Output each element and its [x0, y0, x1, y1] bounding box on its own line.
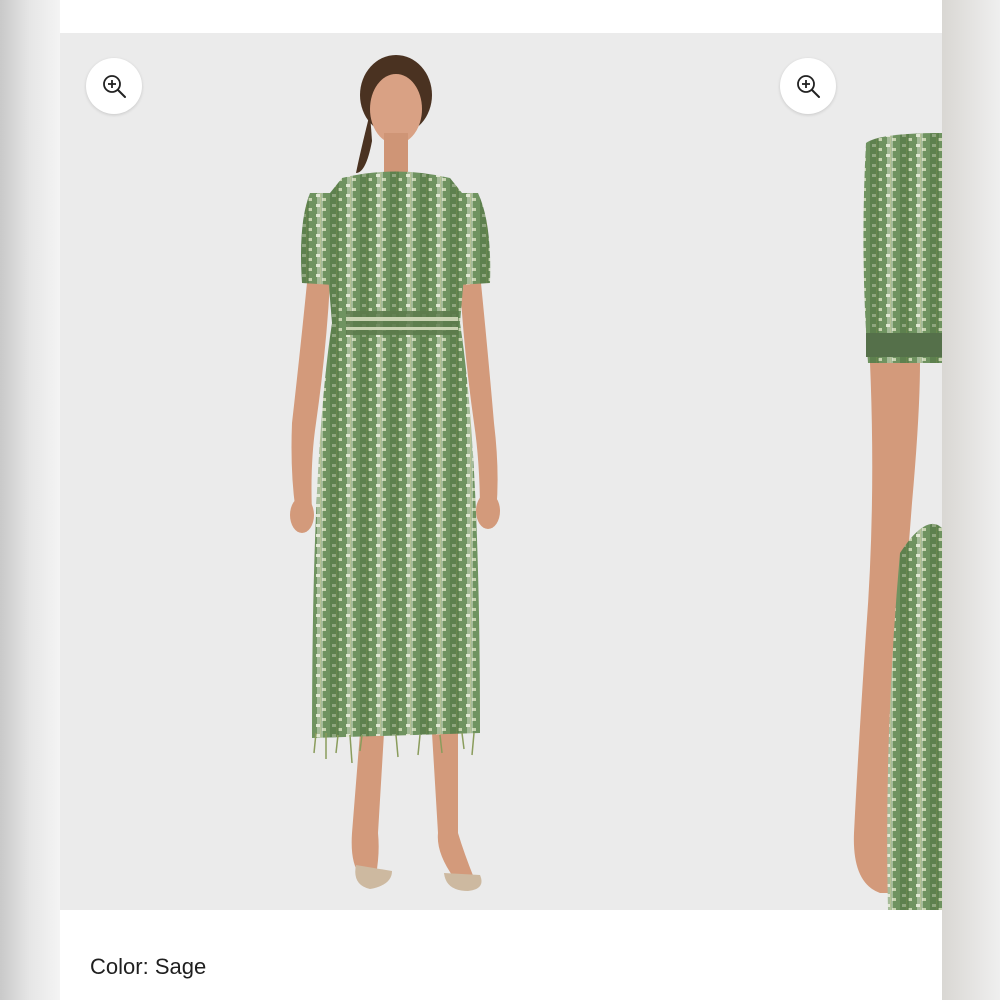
- top-bar: [60, 0, 942, 33]
- product-image-detail[interactable]: [840, 33, 942, 910]
- color-selection: Color: Sage: [90, 954, 206, 980]
- zoom-in-icon: [103, 75, 126, 98]
- zoom-button-2[interactable]: [780, 58, 836, 114]
- next-image-edge: [942, 0, 1000, 1000]
- product-image-front[interactable]: [60, 33, 760, 910]
- zoom-in-icon: [797, 75, 820, 98]
- product-image-carousel[interactable]: [60, 33, 942, 910]
- product-info-panel: Color: Sage: [60, 910, 942, 1000]
- color-label: Color:: [90, 954, 149, 979]
- zoom-button-1[interactable]: [86, 58, 142, 114]
- color-value: Sage: [154, 954, 207, 979]
